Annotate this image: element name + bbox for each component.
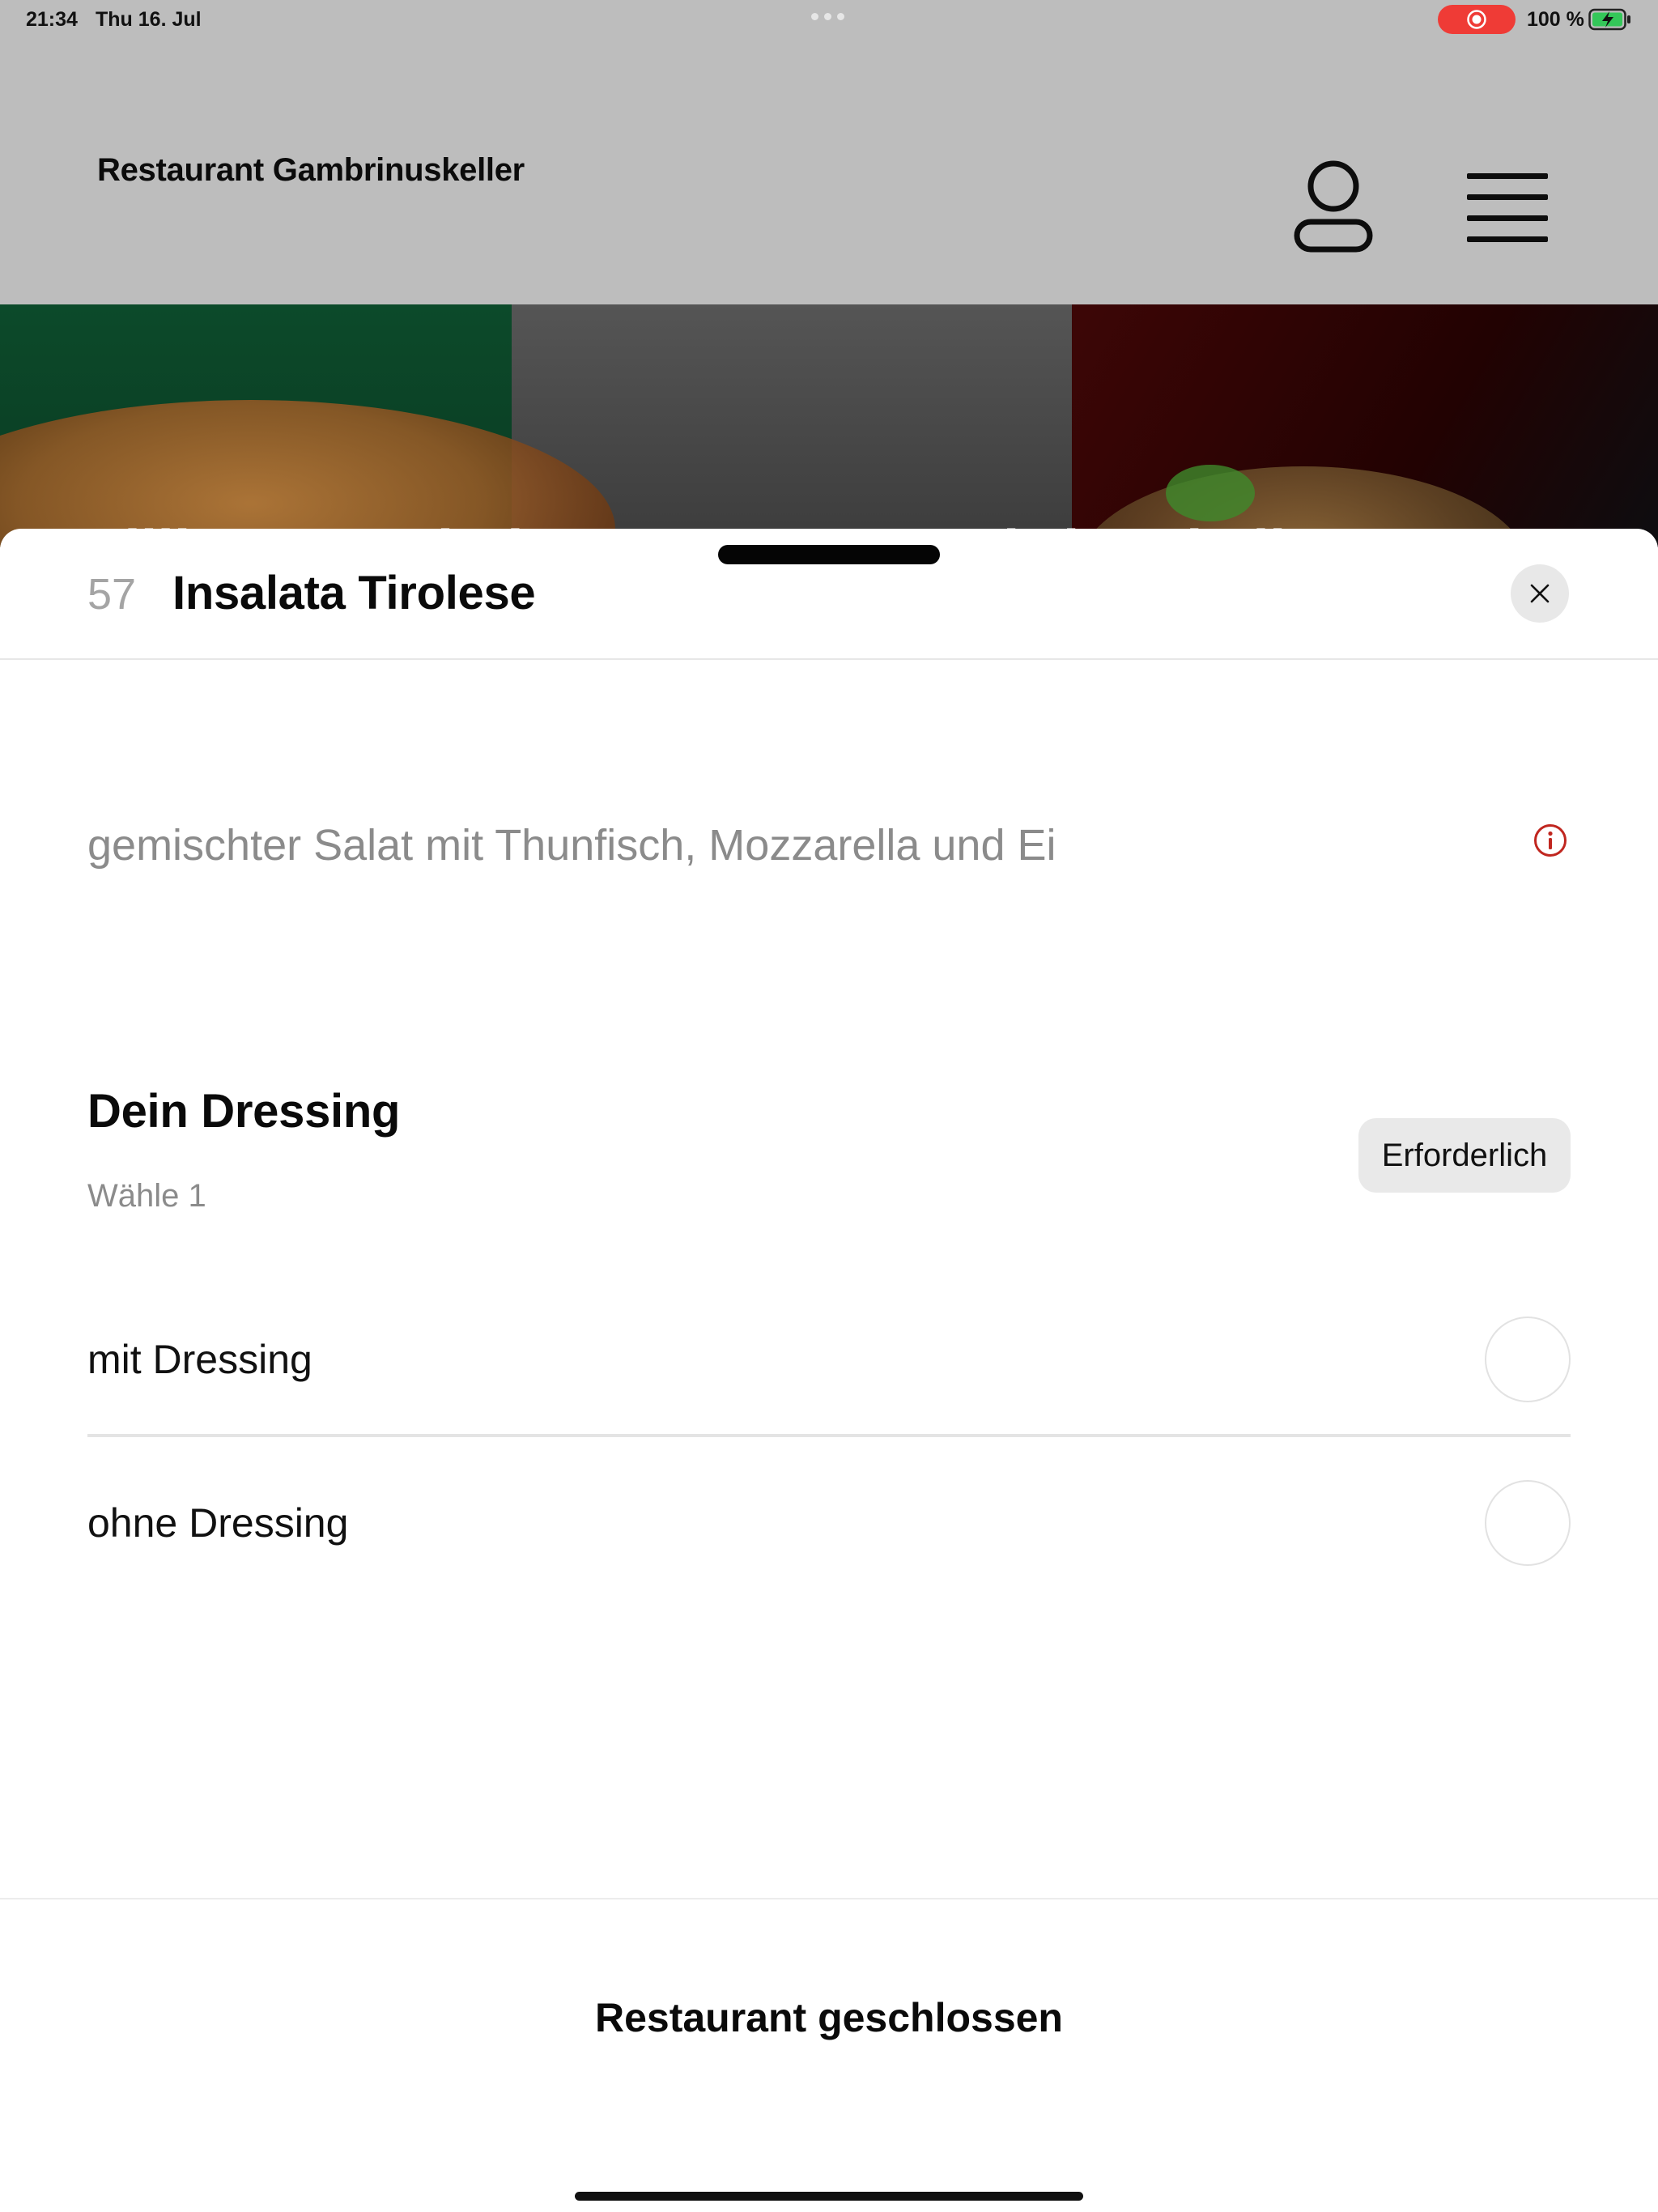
close-icon bbox=[1530, 584, 1550, 603]
option-ohne-dressing[interactable]: ohne Dressing bbox=[87, 1464, 1571, 1585]
option-label: mit Dressing bbox=[87, 1337, 312, 1382]
sheet-grabber[interactable] bbox=[718, 545, 940, 564]
item-detail-sheet: 57 Insalata Tirolese gemischter Salat mi… bbox=[0, 529, 1658, 2212]
person-icon bbox=[1294, 160, 1373, 253]
status-time: 21:34 bbox=[26, 8, 78, 31]
status-bar: 21:34 Thu 16. Jul 100 % bbox=[0, 0, 1658, 37]
divider bbox=[0, 1898, 1658, 1899]
account-button[interactable] bbox=[1292, 159, 1375, 254]
radio-button[interactable] bbox=[1485, 1317, 1571, 1402]
battery-percentage: 100 % bbox=[1527, 8, 1584, 31]
home-indicator[interactable] bbox=[575, 2192, 1083, 2201]
battery-charging-icon bbox=[1588, 8, 1632, 35]
option-label: ohne Dressing bbox=[87, 1500, 349, 1546]
divider bbox=[0, 658, 1658, 660]
item-number: 57 bbox=[87, 570, 137, 619]
option-mit-dressing[interactable]: mit Dressing bbox=[87, 1300, 1571, 1422]
restaurant-closed-status: Restaurant geschlossen bbox=[595, 1995, 1063, 2040]
radio-button[interactable] bbox=[1485, 1480, 1571, 1566]
divider bbox=[87, 1434, 1571, 1437]
status-date: Thu 16. Jul bbox=[96, 8, 202, 31]
restaurant-name[interactable]: Restaurant Gambrinuskeller bbox=[97, 152, 525, 189]
close-button[interactable] bbox=[1511, 564, 1569, 623]
item-description: gemischter Salat mit Thunfisch, Mozzarel… bbox=[87, 821, 1056, 870]
screen-recording-icon[interactable] bbox=[1438, 5, 1516, 34]
multitasking-dots-icon[interactable] bbox=[811, 13, 844, 20]
info-icon[interactable] bbox=[1533, 823, 1567, 857]
item-title: Insalata Tirolese bbox=[172, 567, 536, 619]
hamburger-menu-icon[interactable] bbox=[1467, 173, 1550, 242]
option-group-subtitle: Wähle 1 bbox=[87, 1178, 206, 1214]
hero-banner: Willkommen bei Restaurant Gambrinuskelle… bbox=[0, 304, 1658, 547]
app-header: Restaurant Gambrinuskeller bbox=[0, 37, 1658, 304]
option-group-title: Dein Dressing bbox=[87, 1085, 401, 1138]
required-badge: Erforderlich bbox=[1358, 1118, 1571, 1193]
